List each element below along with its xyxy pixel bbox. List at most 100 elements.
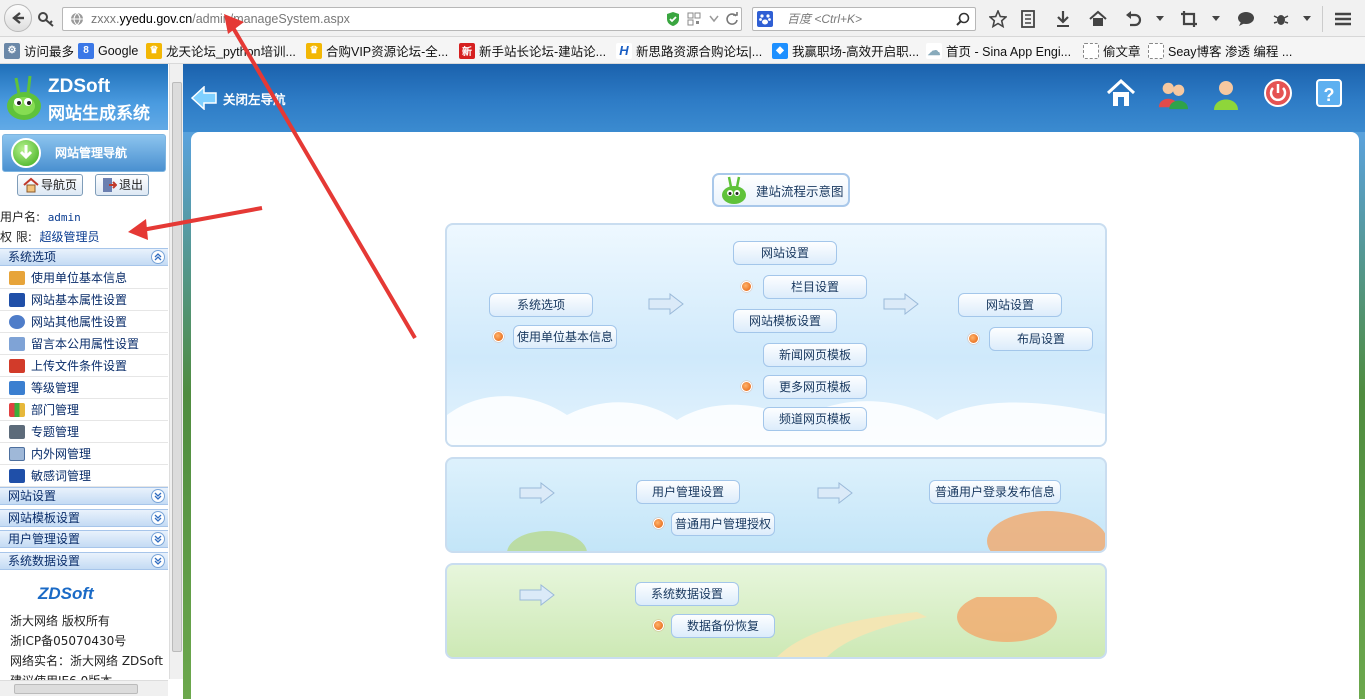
shield-check-icon[interactable] — [663, 9, 683, 29]
dropdown-arrow-icon[interactable] — [704, 9, 724, 29]
bookmark-item[interactable]: ⚙ 访问最多 — [4, 42, 74, 59]
flow-arrow-right-icon — [883, 293, 919, 315]
menu-item-network[interactable]: 内外网管理 — [0, 443, 168, 465]
trophy-icon: ♛ — [306, 42, 322, 59]
house-icon — [23, 177, 39, 193]
menu-item-departments[interactable]: 部门管理 — [0, 399, 168, 421]
logo-title: ZDSoft — [48, 76, 111, 97]
url-bar[interactable]: zxxx.yyedu.gov.cn/admin/manageSystem.asp… — [62, 7, 742, 31]
gear-doc-icon: ⚙ — [4, 42, 20, 59]
url-path: /admin/manageSystem.aspx — [192, 12, 350, 26]
menu-item-site-basic[interactable]: 网站基本属性设置 — [0, 289, 168, 311]
sidebar-vertical-scrollbar[interactable] — [169, 64, 183, 679]
bookmark-item[interactable]: 新新手站长论坛-建站论... — [459, 42, 606, 59]
node-site-settings-right[interactable]: 网站设置 — [958, 293, 1062, 317]
box-icon — [9, 271, 25, 285]
pen-tablet-icon — [9, 425, 25, 439]
category-site-settings[interactable]: 网站设置 — [0, 487, 168, 505]
bookmark-item[interactable]: 偷文章 — [1083, 42, 1141, 59]
home-icon[interactable] — [1088, 9, 1108, 29]
toolbar-divider — [1322, 6, 1323, 32]
users-icon[interactable] — [1157, 78, 1189, 122]
crop-icon[interactable] — [1179, 9, 1199, 29]
node-site-settings[interactable]: 网站设置 — [733, 241, 837, 265]
reload-icon[interactable] — [722, 9, 742, 29]
bookmark-item[interactable]: 8 Google — [78, 42, 138, 59]
star-bookmark-icon[interactable] — [988, 9, 1008, 29]
key-icon[interactable] — [37, 10, 55, 28]
bookmark-item[interactable]: H 新思路资源合购论坛|... — [616, 42, 762, 59]
home-icon[interactable] — [1105, 78, 1137, 122]
node-channel-template[interactable]: 频道网页模板 — [763, 407, 867, 431]
diamond-icon: ◆ — [772, 42, 788, 59]
help-icon[interactable]: ? — [1313, 78, 1345, 122]
scrollbar-thumb[interactable] — [14, 684, 138, 694]
baidu-paw-icon — [757, 11, 773, 27]
node-user-authorization[interactable]: 普通用户管理授权 — [671, 512, 775, 536]
node-user-publish[interactable]: 普通用户登录发布信息 — [929, 480, 1061, 504]
category-system-options[interactable]: 系统选项 — [0, 248, 168, 266]
node-unit-info[interactable]: 使用单位基本信息 — [513, 325, 617, 349]
menu-item-topics[interactable]: 专题管理 — [0, 421, 168, 443]
node-more-template[interactable]: 更多网页模板 — [763, 375, 867, 399]
category-template-settings[interactable]: 网站模板设置 — [0, 509, 168, 527]
chevron-down-icon — [151, 489, 165, 503]
bookmark-item[interactable]: Seay博客 渗透 编程 ... — [1148, 42, 1292, 59]
bullet-dot — [741, 381, 752, 392]
bookmark-item[interactable]: ◆ 我赢职场-高效开启职... — [772, 42, 919, 59]
search-input[interactable]: 百度 <Ctrl+K> — [752, 7, 976, 31]
node-layout-settings[interactable]: 布局设置 — [989, 327, 1093, 351]
crop-dropdown-icon[interactable] — [1206, 9, 1226, 29]
menu-item-upload[interactable]: 上传文件条件设置 — [0, 355, 168, 377]
close-nav-button[interactable]: 关闭左导航 — [191, 86, 286, 110]
chat-bubble-icon[interactable] — [1236, 9, 1256, 29]
trophy-icon: ♛ — [146, 42, 162, 59]
reading-list-icon[interactable] — [1018, 9, 1038, 29]
h-icon: H — [616, 42, 632, 59]
power-icon[interactable] — [1262, 78, 1294, 122]
node-backup-restore[interactable]: 数据备份恢复 — [671, 614, 775, 638]
bookmark-item[interactable]: ☁ 首页 - Sina App Engi... — [926, 42, 1071, 59]
menu-item-levels[interactable]: 等级管理 — [0, 377, 168, 399]
bug-icon[interactable] — [1271, 9, 1291, 29]
bug-dropdown-icon[interactable] — [1297, 9, 1317, 29]
category-user-management[interactable]: 用户管理设置 — [0, 530, 168, 548]
landscape-decoration — [507, 511, 1105, 551]
bookmark-item[interactable]: ♛ 合购VIP资源论坛-全... — [306, 42, 448, 59]
home-page-button[interactable]: 导航页 — [17, 174, 84, 196]
undo-dropdown-icon[interactable] — [1150, 9, 1170, 29]
menu-item-sensitive-words[interactable]: 敏感词管理 — [0, 465, 168, 487]
node-news-template[interactable]: 新闻网页模板 — [763, 343, 867, 367]
undo-icon[interactable] — [1123, 9, 1143, 29]
node-user-management[interactable]: 用户管理设置 — [636, 480, 740, 504]
logout-button[interactable]: 退出 — [95, 174, 150, 196]
hamburger-menu-icon[interactable] — [1333, 9, 1353, 29]
flow-title-button[interactable]: 建站流程示意图 — [712, 173, 850, 207]
back-button[interactable] — [4, 4, 32, 32]
node-system-options[interactable]: 系统选项 — [489, 293, 593, 317]
category-system-data[interactable]: 系统数据设置 — [0, 552, 168, 570]
footer-realname: 网络实名：浙大网络 ZDSoft — [10, 654, 163, 668]
menu-item-unit-info[interactable]: 使用单位基本信息 — [0, 267, 168, 289]
scrollbar-thumb[interactable] — [172, 82, 182, 652]
download-icon[interactable] — [1053, 9, 1073, 29]
qr-code-icon[interactable] — [684, 9, 704, 29]
sidebar-horizontal-scrollbar[interactable] — [0, 680, 168, 696]
blank-page-icon — [1148, 42, 1164, 59]
search-icon[interactable] — [956, 12, 970, 26]
monitor-icon — [9, 293, 25, 307]
bullet-dot — [653, 518, 664, 529]
snail-mascot-icon — [722, 176, 746, 204]
users-icon — [9, 315, 25, 329]
node-template-settings[interactable]: 网站模板设置 — [733, 309, 837, 333]
node-column-settings[interactable]: 栏目设置 — [763, 275, 867, 299]
node-system-data[interactable]: 系统数据设置 — [635, 582, 739, 606]
menu-item-site-other[interactable]: 网站其他属性设置 — [0, 311, 168, 333]
menu-item-guestbook[interactable]: 留言本公用属性设置 — [0, 333, 168, 355]
navigation-title-bar: 网站管理导航 — [2, 134, 166, 172]
chevron-down-icon — [151, 532, 165, 546]
bullet-dot — [653, 620, 664, 631]
chevron-up-icon — [151, 250, 165, 264]
bookmark-item[interactable]: ♛ 龙天论坛_python培训... — [146, 42, 296, 59]
user-icon[interactable] — [1210, 78, 1242, 122]
